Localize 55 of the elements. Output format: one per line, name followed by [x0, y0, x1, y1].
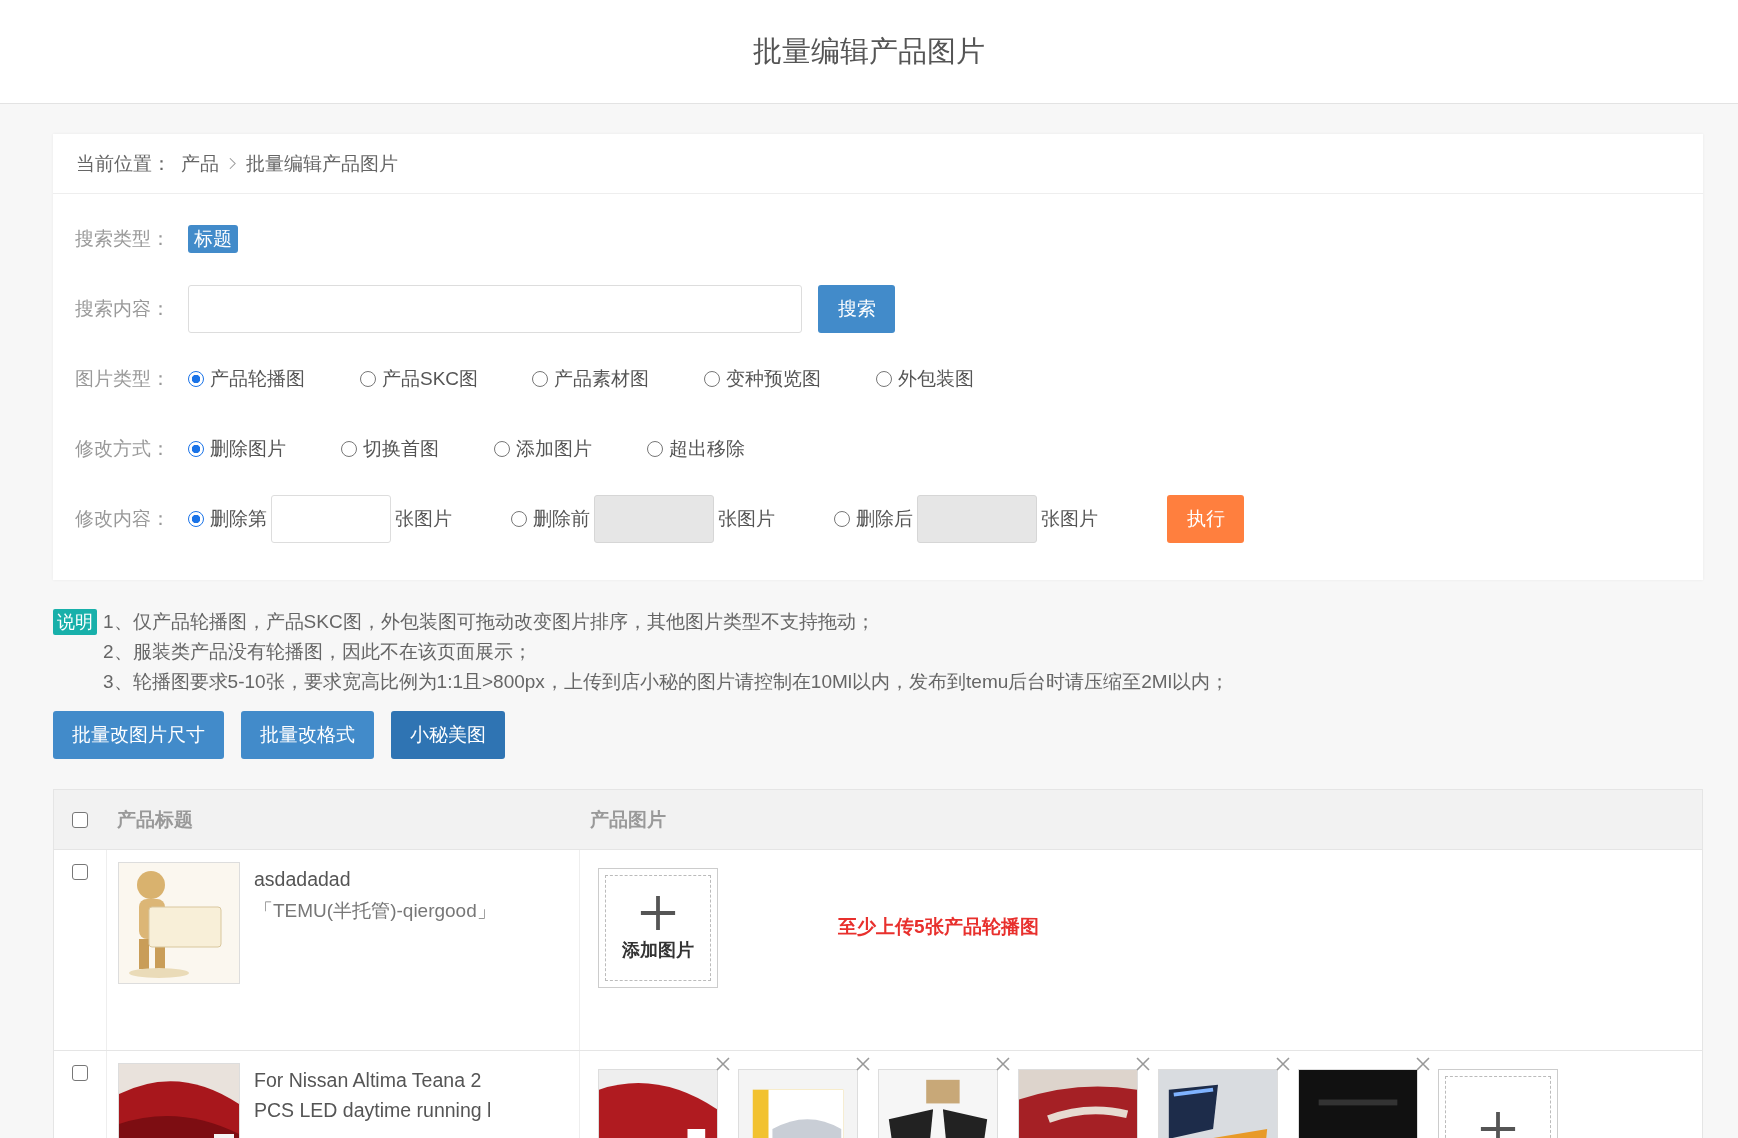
radio-label[interactable]: 添加图片 — [516, 436, 592, 462]
action-button[interactable]: 小秘美图 — [391, 711, 505, 759]
row-checkbox[interactable] — [72, 864, 88, 880]
field-label: 修改内容： — [75, 507, 171, 531]
action-button[interactable]: 批量改图片尺寸 — [53, 711, 224, 759]
plus-icon — [1479, 1110, 1517, 1138]
radio-label[interactable]: 产品素材图 — [554, 366, 649, 392]
field-label: 搜索类型： — [75, 227, 171, 251]
search-type-tag[interactable]: 标题 — [188, 225, 238, 253]
note-text: 3、轮播图要求5-10张，要求宽高比例为1:1且>800px，上传到店小秘的图片请控制在10Ml以内，发布到temu后台时请压缩至2Ml以内； — [103, 670, 1229, 694]
unit-label: 张图片 — [395, 507, 452, 531]
column-header: 产品标题 — [117, 807, 193, 832]
radio-button[interactable] — [188, 511, 204, 527]
unit-label: 张图片 — [1041, 507, 1098, 531]
radio-label[interactable]: 删除图片 — [210, 436, 286, 462]
search-button[interactable]: 搜索 — [818, 285, 895, 333]
breadcrumb-label: 当前位置： — [76, 151, 171, 176]
chevron-icon — [229, 157, 236, 170]
radio-label[interactable]: 产品轮播图 — [210, 366, 305, 392]
unit-label: 张图片 — [718, 507, 775, 531]
close-icon[interactable] — [855, 1056, 871, 1072]
close-icon[interactable] — [1275, 1056, 1291, 1072]
close-icon[interactable] — [1135, 1056, 1151, 1072]
product-title[interactable]: asdadadad — [254, 864, 494, 894]
radio-button[interactable] — [188, 371, 204, 387]
page-title: 批量编辑产品图片 — [753, 33, 985, 69]
field-label: 图片类型： — [75, 367, 171, 391]
breadcrumb-item: 批量编辑产品图片 — [246, 151, 398, 176]
action-button[interactable]: 批量改格式 — [241, 711, 374, 759]
plus-icon — [639, 894, 677, 932]
row-checkbox[interactable] — [72, 1065, 88, 1081]
radio-label[interactable]: 变种预览图 — [726, 366, 821, 392]
note-text: 2、服装类产品没有轮播图，因此不在该页面展示； — [103, 640, 533, 664]
close-icon[interactable] — [1415, 1056, 1431, 1072]
radio-label[interactable]: 删除第 — [210, 506, 267, 532]
radio-button[interactable] — [188, 441, 204, 457]
close-icon[interactable] — [715, 1056, 731, 1072]
note-text: 1、仅产品轮播图，产品SKC图，外包装图可拖动改变图片排序，其他图片类型不支持拖动； — [103, 610, 876, 634]
radio-label[interactable]: 切换首图 — [363, 436, 439, 462]
warning-text: 至少上传5张产品轮播图 — [838, 915, 1039, 939]
note-badge: 说明 — [53, 609, 97, 635]
field-label: 修改方式： — [75, 437, 171, 461]
product-title[interactable]: For Nissan Altima Teana 2 PCS LED daytime running l — [254, 1065, 494, 1125]
count-field[interactable] — [271, 495, 391, 543]
breadcrumb-item[interactable]: 产品 — [181, 150, 219, 177]
select-all-checkbox[interactable] — [72, 811, 88, 828]
field-label: 搜索内容： — [75, 297, 171, 321]
radio-label[interactable]: 超出移除 — [669, 436, 745, 462]
store-name: 「TEMU(半托管)-qiergood」 — [254, 899, 496, 923]
search-field[interactable] — [188, 285, 802, 333]
radio-label[interactable]: 产品SKC图 — [382, 366, 479, 392]
column-header: 产品图片 — [590, 807, 666, 832]
radio-label[interactable]: 外包装图 — [898, 366, 974, 392]
close-icon[interactable] — [995, 1056, 1011, 1072]
add-image-tile[interactable]: 添加图片 — [598, 868, 718, 988]
